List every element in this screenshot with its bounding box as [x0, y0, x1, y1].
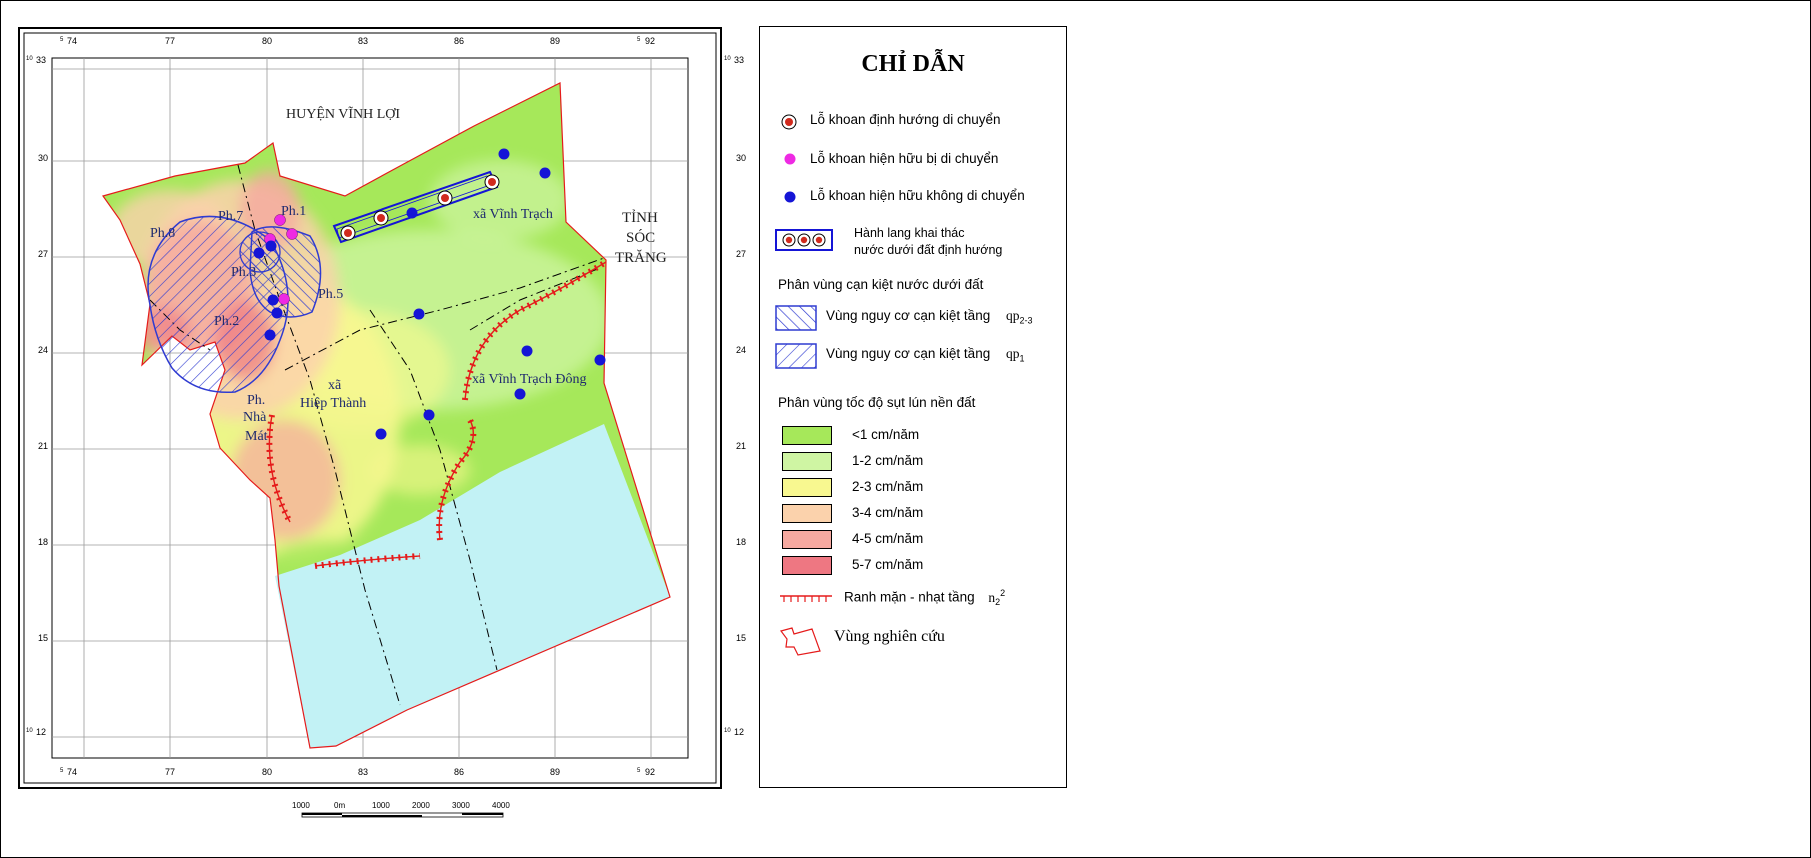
svg-text:12: 12 [734, 727, 744, 737]
svg-text:89: 89 [550, 36, 560, 46]
svg-text:10: 10 [724, 728, 731, 734]
legend-panel: CHỈ DẪN Lỗ khoan định hướng di chuyển Lỗ… [759, 26, 1067, 788]
svg-text:Mát: Mát [245, 429, 268, 444]
svg-text:74: 74 [67, 36, 77, 46]
legend-subsidence-heading: Phân vùng tốc độ sụt lún nền đất [778, 395, 976, 410]
svg-text:1000: 1000 [372, 801, 390, 810]
corridor-icon [775, 229, 833, 251]
svg-text:1000: 1000 [292, 801, 310, 810]
svg-text:30: 30 [736, 153, 746, 163]
swatch-4-5 [782, 530, 832, 549]
label-5-7: 5-7 cm/năm [852, 557, 924, 572]
label-soc: SÓC [626, 229, 655, 246]
svg-text:12: 12 [36, 727, 46, 737]
legend-well-kept: Lỗ khoan hiện hữu không di chuyển [810, 188, 1025, 203]
label-trang: TRĂNG [615, 249, 667, 266]
svg-text:83: 83 [358, 36, 368, 46]
label-xa: xã [328, 378, 342, 393]
svg-text:86: 86 [454, 36, 464, 46]
label-lt1: <1 cm/năm [852, 427, 920, 442]
svg-text:77: 77 [165, 767, 175, 777]
svg-text:74: 74 [67, 767, 77, 777]
moved-well-icon [784, 153, 796, 165]
relocation-well-icon [781, 114, 797, 130]
label-ph2: Ph.2 [214, 314, 239, 329]
svg-text:30: 30 [38, 153, 48, 163]
svg-text:89: 89 [550, 767, 560, 777]
label-ph3: Ph.3 [231, 265, 256, 280]
label-3-4: 3-4 cm/năm [852, 505, 924, 520]
svg-text:2000: 2000 [412, 801, 430, 810]
legend-depletion-heading: Phân vùng cạn kiệt nước dưới đất [778, 277, 984, 292]
svg-text:4000: 4000 [492, 801, 510, 810]
label-2-3: 2-3 cm/năm [852, 479, 924, 494]
svg-text:18: 18 [736, 537, 746, 547]
swatch-lt1 [782, 426, 832, 445]
swatch-3-4 [782, 504, 832, 523]
svg-text:15: 15 [38, 633, 48, 643]
legend-corridor-line2: nước dưới đất định hướng [854, 243, 1003, 257]
scale-bar: 1000 0m 1000 2000 3000 4000 [292, 801, 510, 818]
swatch-1-2 [782, 452, 832, 471]
legend-depletion-qp23: Vùng nguy cơ cạn kiệt tầng qp2-3 [826, 308, 1033, 326]
label-huyen-vinh-loi: HUYỆN VĨNH LỢI [286, 105, 400, 122]
label-xa-vinh-trach-dong: xã Vĩnh Trạch Đông [472, 372, 586, 387]
svg-text:18: 18 [38, 537, 48, 547]
svg-text:77: 77 [165, 36, 175, 46]
svg-text:10: 10 [26, 728, 33, 734]
swatch-2-3 [782, 478, 832, 497]
svg-text:80: 80 [262, 767, 272, 777]
svg-text:24: 24 [736, 345, 746, 355]
legend-depletion-qp1: Vùng nguy cơ cạn kiệt tầng qp1 [826, 346, 1025, 364]
salinity-line-icon [780, 595, 832, 602]
legend-corridor-line1: Hành lang khai thác [854, 226, 965, 240]
label-4-5: 4-5 cm/năm [852, 531, 924, 546]
svg-text:10: 10 [724, 56, 731, 62]
svg-text:24: 24 [38, 345, 48, 355]
legend-salinity: Ranh mặn - nhạt tầng n22 [844, 588, 1006, 608]
svg-text:27: 27 [736, 249, 746, 259]
svg-text:3000: 3000 [452, 801, 470, 810]
legend-well-moved: Lỗ khoan hiện hữu bị di chuyển [810, 151, 999, 166]
svg-text:92: 92 [645, 767, 655, 777]
label-tinh: TỈNH [622, 209, 658, 226]
hatch-qp23-icon [775, 305, 817, 331]
swatch-5-7 [782, 556, 832, 575]
svg-text:10: 10 [26, 56, 33, 62]
svg-text:33: 33 [36, 55, 46, 65]
legend-well-relocate: Lỗ khoan định hướng di chuyển [810, 112, 1001, 127]
hatch-qp1-icon [775, 343, 817, 369]
label-ph-nha-mat: Ph. [247, 393, 265, 408]
svg-text:92: 92 [645, 36, 655, 46]
svg-text:83: 83 [358, 767, 368, 777]
svg-text:21: 21 [736, 441, 746, 451]
legend-title: CHỈ DẪN [861, 51, 965, 77]
svg-text:15: 15 [736, 633, 746, 643]
svg-text:Nhà: Nhà [243, 410, 267, 425]
svg-text:80: 80 [262, 36, 272, 46]
kept-well-icon [784, 191, 796, 203]
label-xa-vinh-trach: xã Vĩnh Trạch [473, 207, 553, 222]
label-ph8: Ph.8 [150, 226, 175, 241]
legend-study-area: Vùng nghiên cứu [834, 628, 945, 645]
label-1-2: 1-2 cm/năm [852, 453, 924, 468]
study-area-icon [779, 627, 821, 656]
label-hiep-thanh: Hiệp Thành [300, 396, 366, 411]
label-ph5: Ph.5 [318, 287, 343, 302]
svg-text:27: 27 [38, 249, 48, 259]
label-ph7: Ph.7 [218, 209, 243, 224]
svg-text:33: 33 [734, 55, 744, 65]
label-ph1: Ph.1 [281, 204, 306, 219]
svg-text:86: 86 [454, 767, 464, 777]
svg-text:21: 21 [38, 441, 48, 451]
svg-text:0m: 0m [334, 801, 345, 810]
